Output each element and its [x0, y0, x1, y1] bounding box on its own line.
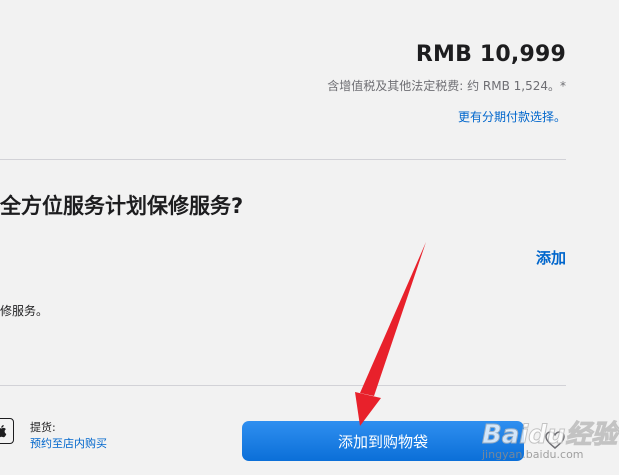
- price-total: RMB 10,999: [415, 42, 566, 67]
- service-plan-heading: 全方位服务计划保修服务?: [0, 194, 244, 218]
- pickup-label: 提货:: [30, 421, 56, 434]
- product-purchase-panel: RMB 10,999 含增值税及其他法定税费: 约 RMB 1,524。* 更有…: [0, 0, 619, 475]
- annotation-arrow: [355, 242, 426, 426]
- service-plan-description: 修服务。: [0, 304, 49, 318]
- section-divider: [0, 159, 566, 160]
- watermark-domain: jingyan.baidu.com: [482, 448, 584, 461]
- apple-store-icon: [0, 418, 14, 444]
- baidu-watermark: Baidu经验 jingyan.baidu.com: [472, 412, 617, 468]
- installment-link[interactable]: 更有分期付款选择。: [458, 108, 566, 125]
- add-service-plan-link[interactable]: 添加: [536, 247, 566, 268]
- store-pickup-link[interactable]: 预约至店内购买: [30, 435, 107, 451]
- section-divider: [0, 385, 566, 386]
- tax-note: 含增值税及其他法定税费: 约 RMB 1,524。*: [327, 79, 566, 93]
- watermark-brand: Baidu经验: [481, 420, 618, 451]
